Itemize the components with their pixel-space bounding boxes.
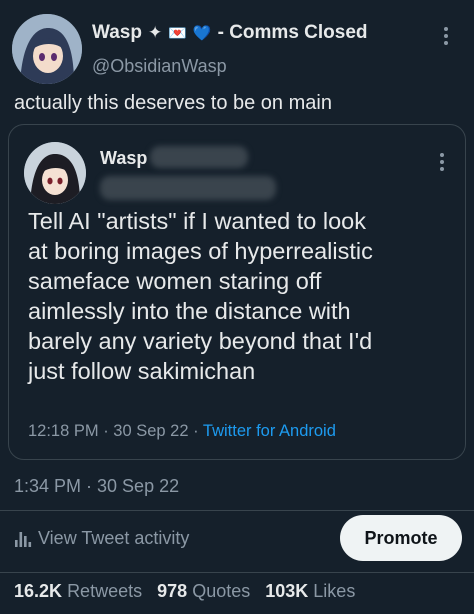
divider bbox=[0, 572, 474, 573]
retweets-stat[interactable]: 16.2K Retweets bbox=[14, 581, 142, 601]
tweet-text: actually this deserves to be on main bbox=[14, 92, 332, 114]
divider bbox=[0, 510, 474, 511]
quoted-author-name[interactable]: Wasp bbox=[100, 148, 147, 169]
quoted-text-line: just follow sakimichan bbox=[28, 358, 256, 384]
view-activity-link[interactable]: View Tweet activity bbox=[14, 528, 189, 549]
author-name-row[interactable]: Wasp ✦ 💌 💙 - Comms Closed bbox=[92, 22, 368, 44]
likes-count: 103K bbox=[265, 581, 309, 601]
author-avatar[interactable] bbox=[12, 14, 82, 84]
tweet-stats: 16.2K Retweets 978 Quotes 103K Likes bbox=[14, 581, 355, 602]
tweet-timestamp[interactable]: 1:34 PM · 30 Sep 22 bbox=[14, 476, 179, 497]
quoted-more-icon[interactable] bbox=[434, 152, 450, 175]
quotes-count: 978 bbox=[157, 581, 188, 601]
retweets-count: 16.2K bbox=[14, 581, 63, 601]
quoted-author-avatar[interactable] bbox=[24, 142, 86, 204]
quoted-meta: 12:18 PM · 30 Sep 22 · Twitter for Andro… bbox=[28, 422, 336, 441]
likes-label: Likes bbox=[313, 581, 356, 601]
author-name[interactable]: Wasp bbox=[92, 22, 142, 44]
more-icon[interactable] bbox=[438, 26, 454, 49]
author-name-suffix[interactable]: - Comms Closed bbox=[218, 22, 368, 44]
redacted-name-blur bbox=[150, 146, 248, 168]
sparkle-emoji: ✦ bbox=[147, 23, 163, 42]
author-handle[interactable]: @ObsidianWasp bbox=[92, 56, 227, 77]
quoted-text-line: sameface women staring off bbox=[28, 268, 322, 294]
quoted-text-line: at boring images of hyperrealistic bbox=[28, 238, 373, 264]
quoted-text-line: barely any variety beyond that I'd bbox=[28, 328, 373, 354]
retweets-label: Retweets bbox=[67, 581, 143, 601]
quotes-stat[interactable]: 978 Quotes bbox=[157, 581, 250, 601]
bar-chart-icon bbox=[14, 531, 32, 547]
blue-heart-emoji: 💙 bbox=[192, 25, 212, 42]
likes-stat[interactable]: 103K Likes bbox=[265, 581, 355, 601]
love-letter-emoji: 💌 bbox=[168, 25, 187, 42]
promote-button[interactable]: Promote bbox=[340, 515, 462, 561]
quotes-label: Quotes bbox=[192, 581, 251, 601]
quoted-timestamp[interactable]: 12:18 PM · 30 Sep 22 · bbox=[28, 422, 199, 440]
quoted-source-link[interactable]: Twitter for Android bbox=[203, 422, 336, 440]
redacted-handle-blur bbox=[100, 176, 276, 200]
quoted-text-line: Tell AI "artists" if I wanted to look bbox=[28, 208, 366, 234]
quoted-tweet-text: Tell AI "artists" if I wanted to look at… bbox=[28, 206, 458, 386]
quoted-text-line: aimlessly into the distance with bbox=[28, 298, 351, 324]
view-activity-label: View Tweet activity bbox=[38, 528, 190, 548]
